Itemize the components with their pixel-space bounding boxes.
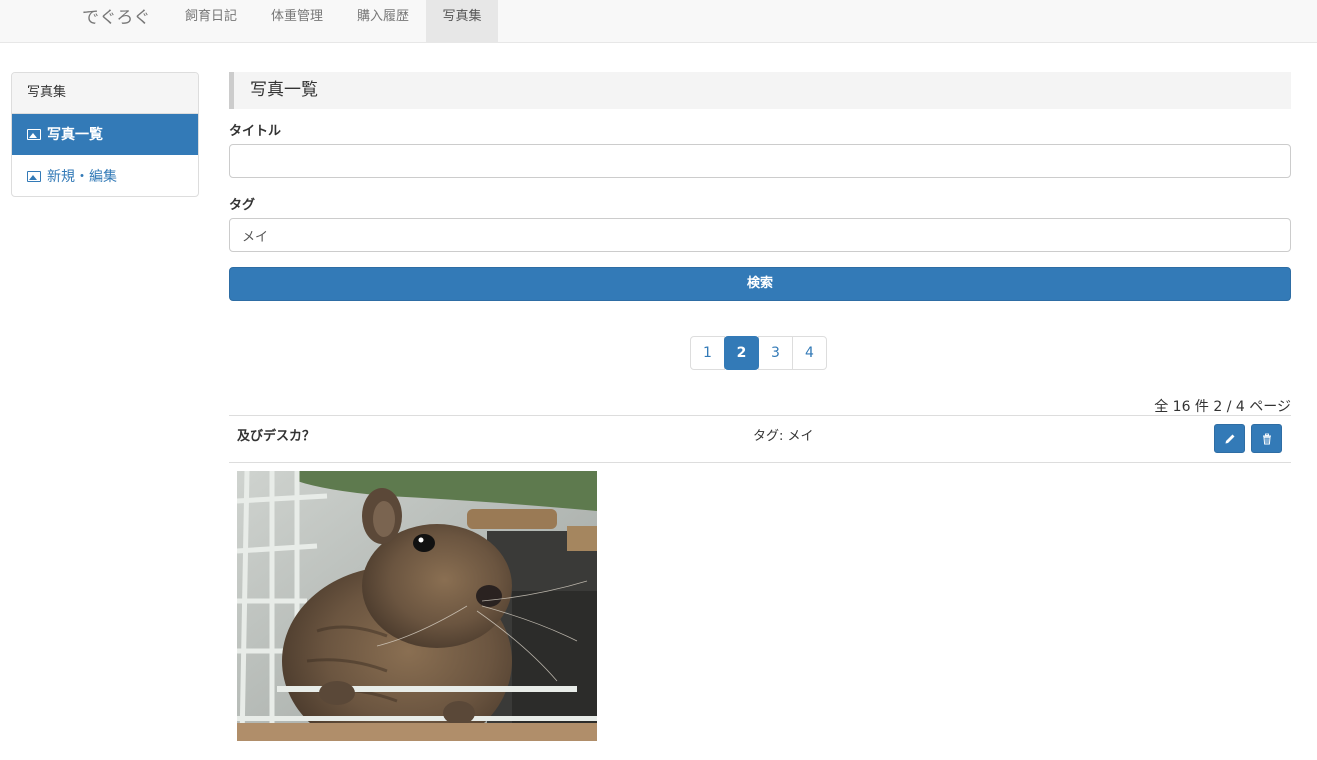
divider — [229, 462, 1291, 463]
top-navbar: でぐろぐ 飼育日記 体重管理 購入履歴 写真集 — [0, 0, 1317, 43]
sidebar-item-label: 新規・編集 — [47, 168, 117, 185]
degu-photo — [237, 471, 597, 741]
photo-title: 及びデスカ？ — [237, 429, 316, 444]
result-count: 全 16 件 2 / 4 ページ — [1154, 399, 1291, 415]
page-title: 写真一覧 — [229, 72, 1291, 109]
photo-image — [237, 471, 597, 741]
nav-item-photos[interactable]: 写真集 — [426, 0, 498, 42]
edit-button[interactable] — [1214, 424, 1245, 453]
title-input[interactable] — [229, 144, 1291, 178]
page-link-2[interactable]: 2 — [724, 336, 759, 370]
tag-label: タグ — [229, 198, 256, 213]
delete-button[interactable] — [1251, 424, 1282, 453]
sidebar-panel: 写真集 写真一覧 新規・編集 — [11, 72, 199, 197]
page-link-3[interactable]: 3 — [758, 336, 793, 370]
trash-icon — [1262, 433, 1271, 444]
photo-tag: タグ: メイ — [753, 429, 814, 444]
sidebar-item-new-edit[interactable]: 新規・編集 — [12, 156, 198, 196]
sidebar-item-photo-list[interactable]: 写真一覧 — [12, 114, 198, 155]
picture-icon — [27, 171, 41, 182]
picture-icon — [27, 129, 41, 140]
nav-item-diary[interactable]: 飼育日記 — [168, 0, 254, 42]
brand-logo[interactable]: でぐろぐ — [82, 0, 150, 42]
nav-item-weight[interactable]: 体重管理 — [254, 0, 340, 42]
divider — [229, 415, 1291, 416]
nav-item-purchase[interactable]: 購入履歴 — [340, 0, 426, 42]
sidebar-heading: 写真集 — [12, 73, 198, 114]
sidebar-item-label: 写真一覧 — [47, 126, 103, 143]
pagination: 1 2 3 4 — [690, 336, 827, 370]
title-label: タイトル — [229, 124, 282, 139]
page-link-4[interactable]: 4 — [792, 336, 827, 370]
page-link-1[interactable]: 1 — [690, 336, 725, 370]
tag-input[interactable] — [229, 218, 1291, 252]
search-button[interactable]: 検索 — [229, 267, 1291, 301]
pencil-icon — [1225, 434, 1234, 443]
